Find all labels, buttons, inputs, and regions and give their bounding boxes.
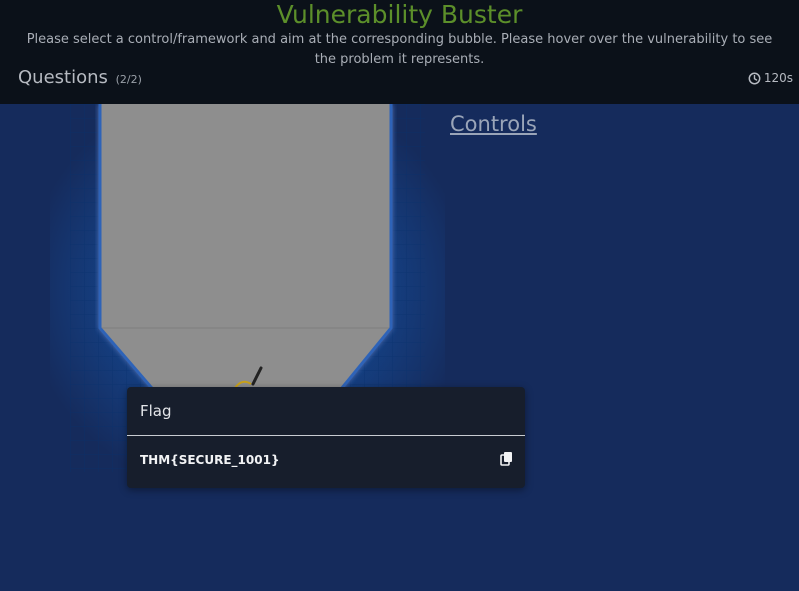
header: Vulnerability Buster Please select a con… xyxy=(0,0,799,104)
timer-value: 120s xyxy=(763,71,793,85)
questions-label: Questions xyxy=(18,67,108,88)
copy-icon[interactable] xyxy=(500,451,514,467)
flag-divider xyxy=(127,435,525,436)
questions-indicator: Questions (2/2) xyxy=(18,67,142,88)
game-vessel xyxy=(98,104,393,396)
questions-count: (2/2) xyxy=(115,73,142,86)
instructions-text: Please select a control/framework and ai… xyxy=(26,32,773,67)
flag-title: Flag xyxy=(140,402,172,420)
vessel-outline xyxy=(98,104,393,396)
flag-modal: Flag THM{SECURE_1001} xyxy=(127,387,525,488)
flag-value[interactable]: THM{SECURE_1001} xyxy=(140,453,279,467)
controls-link[interactable]: Controls xyxy=(450,112,537,136)
page-title: Vulnerability Buster xyxy=(276,0,523,29)
timer: 120s xyxy=(748,71,793,85)
game-page: Vulnerability Buster Please select a con… xyxy=(0,0,799,591)
clock-icon xyxy=(748,72,761,85)
